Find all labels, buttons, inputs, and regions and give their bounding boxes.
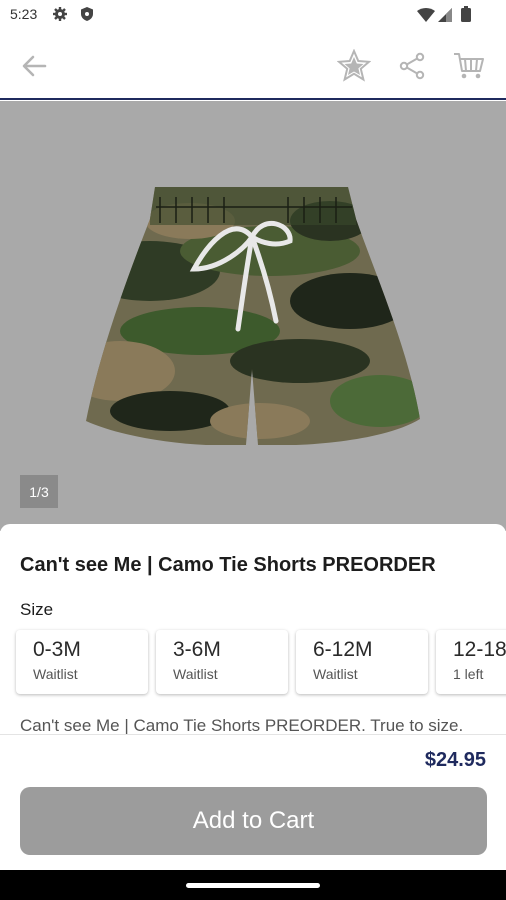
size-availability: 1 left xyxy=(453,666,484,682)
add-to-cart-button[interactable]: Add to Cart xyxy=(20,787,487,855)
size-name: 0-3M xyxy=(33,638,81,661)
size-availability: Waitlist xyxy=(313,666,358,682)
size-options: 0-3M Waitlist 3-6M Waitlist 6-12M Waitli… xyxy=(16,630,506,696)
share-icon[interactable] xyxy=(394,48,430,84)
battery-icon xyxy=(461,6,471,26)
product-image-carousel[interactable] xyxy=(0,101,506,531)
back-arrow-icon[interactable] xyxy=(16,48,52,84)
wifi-icon xyxy=(417,7,435,26)
image-page-indicator: 1/3 xyxy=(20,475,58,508)
cart-icon[interactable] xyxy=(451,48,487,84)
product-title: Can't see Me | Camo Tie Shorts PREORDER xyxy=(20,554,436,576)
size-availability: Waitlist xyxy=(33,666,78,682)
product-description: Can't see Me | Camo Tie Shorts PREORDER.… xyxy=(20,716,464,734)
size-name: 12-18M xyxy=(453,638,506,661)
size-name: 3-6M xyxy=(173,638,221,661)
size-option-0-3m[interactable]: 0-3M Waitlist xyxy=(16,630,148,694)
signal-icon xyxy=(438,7,452,26)
status-bar: 5:23 xyxy=(0,0,506,32)
system-navigation-bar xyxy=(0,870,506,900)
gear-icon xyxy=(52,6,68,26)
product-details-sheet: Can't see Me | Camo Tie Shorts PREORDER … xyxy=(0,524,506,734)
size-option-3-6m[interactable]: 3-6M Waitlist xyxy=(156,630,288,694)
product-price: $24.95 xyxy=(424,749,486,771)
home-indicator[interactable] xyxy=(186,883,320,888)
size-option-12-18m[interactable]: 12-18M 1 left xyxy=(436,630,506,694)
size-label: Size xyxy=(20,600,54,619)
star-icon[interactable] xyxy=(336,48,372,84)
purchase-footer: $24.95 Add to Cart xyxy=(0,734,506,870)
size-option-6-12m[interactable]: 6-12M Waitlist xyxy=(296,630,428,694)
size-name: 6-12M xyxy=(313,638,373,661)
shield-icon xyxy=(80,6,94,26)
product-image xyxy=(86,187,420,445)
size-availability: Waitlist xyxy=(173,666,218,682)
status-time: 5:23 xyxy=(10,6,38,22)
top-app-bar xyxy=(0,32,506,100)
